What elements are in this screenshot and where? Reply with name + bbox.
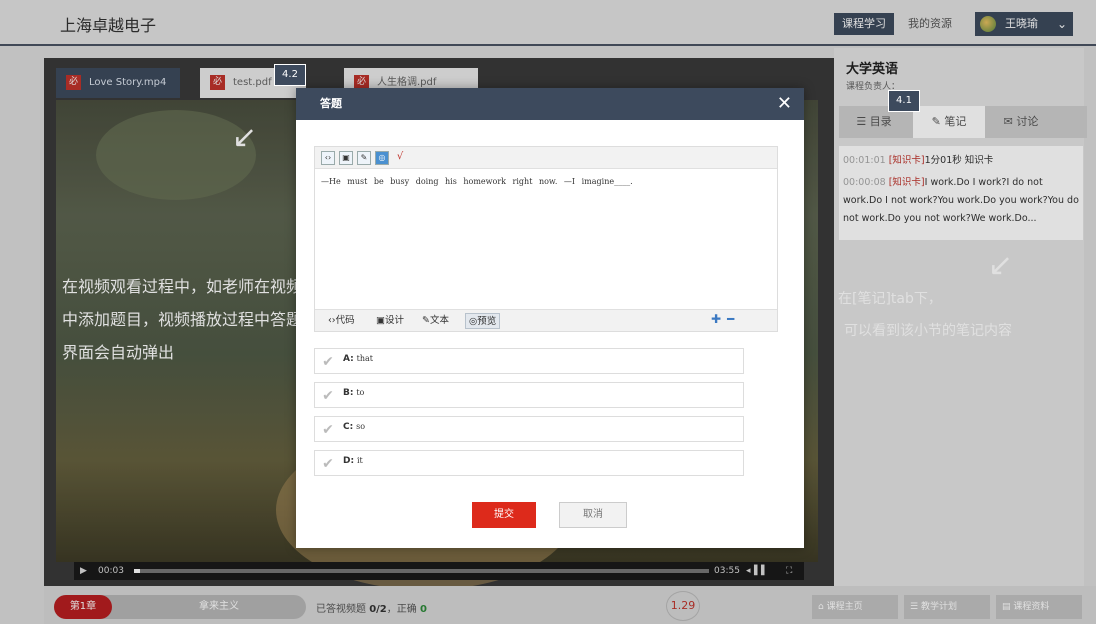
check-icon[interactable]: ✔ xyxy=(319,387,337,405)
option-c[interactable]: ✔ C: so xyxy=(314,416,744,442)
dialog-title: 答题 xyxy=(320,97,342,110)
mode-code-button[interactable]: ‹›代码 xyxy=(325,313,358,329)
option-label: B: to xyxy=(343,388,364,398)
question-editor: ‹› ▣ ✎ ◎ √ —He must be busy doing his ho… xyxy=(314,146,778,332)
option-text: that xyxy=(356,354,373,363)
editor-mode-bar: ‹›代码 ▣设计 ✎文本 ◎预览 ✚ ━ xyxy=(315,309,777,331)
option-b[interactable]: ✔ B: to xyxy=(314,382,744,408)
edit-icon: ✎ xyxy=(422,315,430,326)
cancel-button[interactable]: 取消 xyxy=(559,502,627,528)
mode-label: 预览 xyxy=(477,316,497,327)
source-code-icon: ‹› xyxy=(328,315,336,326)
source-code-icon[interactable]: ‹› xyxy=(321,151,335,165)
check-icon[interactable]: ✔ xyxy=(319,455,337,473)
option-label: A: that xyxy=(343,354,373,364)
option-key: A: xyxy=(343,354,354,364)
mode-label: 代码 xyxy=(335,315,355,326)
mode-text-button[interactable]: ✎文本 xyxy=(419,313,452,329)
callout-badge: 4.2 xyxy=(274,64,306,86)
check-icon[interactable]: ✔ xyxy=(319,353,337,371)
plus-icon[interactable]: ✚ xyxy=(711,312,721,326)
option-d[interactable]: ✔ D: it xyxy=(314,450,744,476)
globe-icon[interactable]: ◎ xyxy=(375,151,389,165)
option-label: D: it xyxy=(343,456,363,466)
submit-button[interactable]: 提交 xyxy=(472,502,536,528)
check-icon[interactable]: ✔ xyxy=(319,421,337,439)
option-text: so xyxy=(356,422,366,431)
dialog-header: 答题 ✕ xyxy=(296,88,804,120)
editor-toolbar: ‹› ▣ ✎ ◎ √ xyxy=(315,147,777,169)
option-label: C: so xyxy=(343,422,365,432)
edit-icon[interactable]: ✎ xyxy=(357,151,371,165)
mode-label: 设计 xyxy=(384,315,404,326)
formula-icon[interactable]: √ xyxy=(393,151,407,165)
option-text: it xyxy=(356,456,363,465)
mode-design-button[interactable]: ▣设计 xyxy=(373,313,407,329)
question-text[interactable]: —He must be busy doing his homework righ… xyxy=(321,177,633,186)
callout-badge: 4.1 xyxy=(888,90,920,112)
option-text: to xyxy=(356,388,365,397)
design-icon: ▣ xyxy=(376,315,385,326)
answer-dialog: 答题 ✕ ‹› ▣ ✎ ◎ √ —He must be busy doing h… xyxy=(296,88,804,548)
option-key: B: xyxy=(343,388,354,398)
mode-preview-button[interactable]: ◎预览 xyxy=(465,313,501,329)
minus-icon[interactable]: ━ xyxy=(727,312,734,326)
option-a[interactable]: ✔ A: that xyxy=(314,348,744,374)
close-icon[interactable]: ✕ xyxy=(777,88,792,120)
mode-label: 文本 xyxy=(429,315,449,326)
option-key: C: xyxy=(343,422,354,432)
option-key: D: xyxy=(343,456,355,466)
image-icon[interactable]: ▣ xyxy=(339,151,353,165)
